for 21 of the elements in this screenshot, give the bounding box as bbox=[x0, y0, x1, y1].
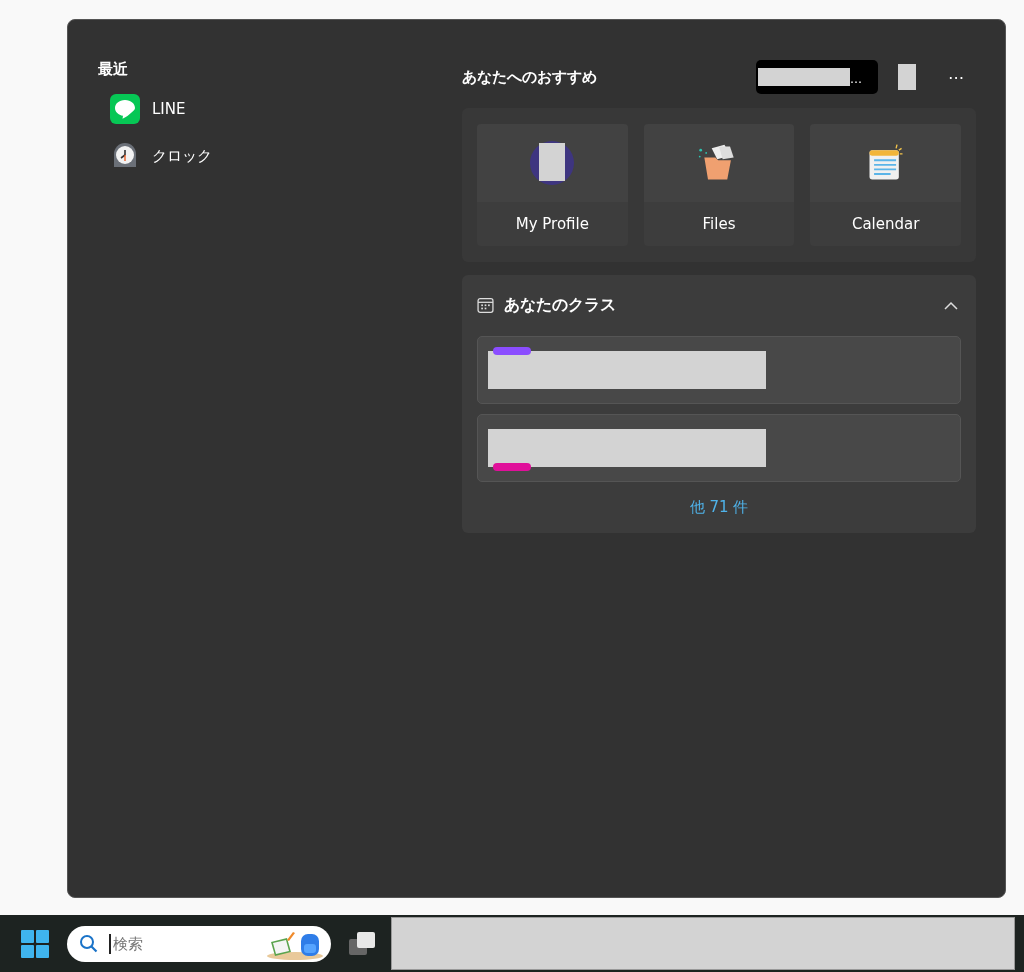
calendar-icon bbox=[477, 297, 494, 314]
account-button[interactable]: … bbox=[756, 60, 878, 94]
section-title: あなたへのおすすめ bbox=[462, 68, 598, 86]
search-icon bbox=[79, 933, 99, 954]
recent-app-item[interactable]: クロック bbox=[110, 140, 462, 172]
more-button[interactable]: ⋯ bbox=[942, 67, 970, 87]
avatar-placeholder bbox=[898, 64, 916, 90]
app-tile[interactable]: Calendar bbox=[810, 124, 961, 246]
class-item[interactable] bbox=[477, 336, 961, 404]
app-tile[interactable]: My Profile bbox=[477, 124, 628, 246]
class-item[interactable] bbox=[477, 414, 961, 482]
profile-picture-icon bbox=[530, 141, 575, 185]
search-field[interactable]: 検索 bbox=[67, 925, 331, 962]
more-classes-link[interactable]: 他 71 件 bbox=[689, 498, 749, 517]
windows-logo-icon[interactable] bbox=[21, 929, 49, 958]
app-tile[interactable]: Files bbox=[643, 124, 795, 246]
section-title: 最近 bbox=[98, 60, 129, 78]
card-title: あなたのクラス bbox=[504, 295, 617, 316]
search-input[interactable]: 検索 bbox=[109, 933, 265, 954]
chat-bubble-icon bbox=[110, 94, 140, 124]
recent-app-item[interactable]: LINE bbox=[110, 93, 462, 125]
